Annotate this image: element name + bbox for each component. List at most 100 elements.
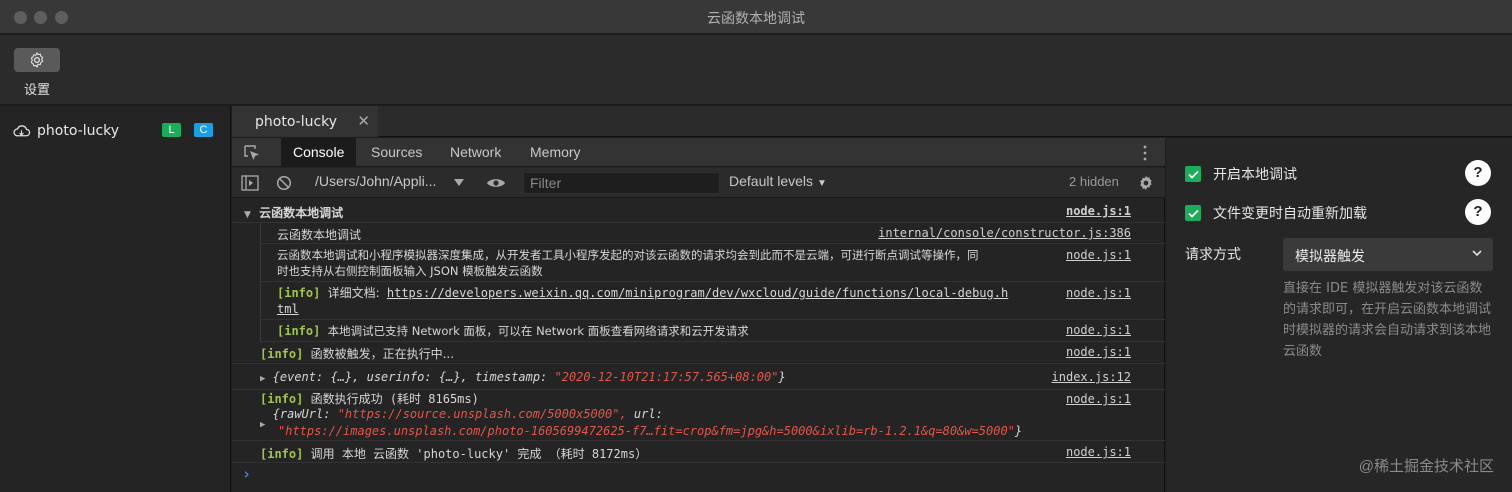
info-tag: [info] — [277, 286, 321, 300]
more-menu-icon[interactable] — [1142, 144, 1148, 162]
console-prompt[interactable]: › — [242, 463, 1142, 485]
cloud-icon — [13, 125, 31, 137]
list-item: 云函数本地调试 internal/console/constructor.js:… — [260, 223, 1165, 244]
obj-value: "https://source.unsplash.com/5000x5000", — [337, 407, 627, 421]
select-value: 模拟器触发 — [1295, 249, 1365, 265]
docs-link-cont[interactable]: tml — [277, 301, 1165, 317]
source-link[interactable]: node.js:1 — [1066, 445, 1131, 459]
obj-value: {…}, — [330, 370, 360, 384]
list-item: [info] 函数被触发，正在执行中... node.js:1 — [232, 342, 1165, 364]
console-output: ▼ 云函数本地调试 node.js:1 云函数本地调试 internal/con… — [232, 199, 1165, 492]
request-mode-description: 直接在 IDE 模拟器触发对该云函数的请求即可，在开启云函数本地调试时模拟器的请… — [1283, 281, 1492, 359]
source-link[interactable]: node.js:1 — [1066, 392, 1131, 407]
eye-icon[interactable] — [486, 176, 506, 190]
context-selector[interactable]: /Users/John/Appli... — [315, 173, 436, 189]
checkbox-checked-icon — [1185, 166, 1201, 182]
log-label: 详细文档: — [327, 286, 380, 300]
prompt-icon: › — [242, 465, 252, 483]
auto-reload-checkbox[interactable]: 文件变更时自动重新加载 — [1185, 203, 1367, 223]
caret-right-icon: ▶ — [260, 420, 266, 430]
log-levels-dropdown[interactable]: Default levels ▼ — [729, 173, 827, 189]
info-tag: [info] — [277, 324, 321, 338]
devtools-panel: Console Sources Network Memory /Users/Jo… — [232, 138, 1165, 492]
help-icon[interactable]: ? — [1465, 160, 1491, 186]
list-item: 云函数本地调试和小程序模拟器深度集成，从开发者工具小程序发起的对该云函数的请求均… — [260, 244, 1165, 282]
obj-value: "https://images.unsplash.com/photo-16056… — [278, 424, 1015, 438]
source-link[interactable]: node.js:1 — [1066, 204, 1131, 218]
checkbox-checked-icon — [1185, 205, 1201, 221]
obj-key: url: — [633, 407, 663, 421]
console-group-header[interactable]: ▼ 云函数本地调试 node.js:1 — [232, 201, 1165, 223]
object-row[interactable]: ▶ {rawUrl: "https://source.unsplash.com/… — [260, 407, 1165, 430]
chevron-down-icon[interactable] — [454, 179, 464, 187]
filter-input[interactable]: Filter — [523, 172, 720, 194]
log-text: 调用 本地 云函数 'photo-lucky' 完成 （耗时 8172ms） — [310, 447, 648, 461]
checkbox-label: 开启本地调试 — [1213, 167, 1297, 183]
info-tag: [info] — [260, 347, 304, 361]
info-tag: [info] — [260, 447, 304, 461]
list-item: [info] 调用 本地 云函数 'photo-lucky' 完成 （耗时 81… — [232, 441, 1165, 463]
local-badge: L — [162, 123, 181, 137]
log-text: 云函数本地调试 — [277, 228, 362, 242]
sidebar: photo-lucky L C — [0, 106, 231, 492]
devtools-tab-bar: Console Sources Network Memory — [232, 138, 1165, 167]
hidden-count: 2 hidden — [1069, 174, 1119, 189]
log-text: 本地调试已支持 Network 面板，可以在 Network 面板查看网络请求和… — [327, 324, 749, 338]
obj-value: {…}, — [438, 370, 468, 384]
top-toolbar: 设置 — [0, 35, 1512, 105]
obj-end: } — [778, 370, 786, 384]
obj-value: "2020-12-10T21:17:57.565+08:00" — [554, 370, 779, 384]
obj-end: } — [1014, 424, 1023, 438]
list-item: [info] 详细文档: https://developers.weixin.q… — [260, 282, 1165, 320]
console-toolbar: /Users/John/Appli... Filter Default leve… — [232, 168, 1165, 198]
source-link[interactable]: node.js:1 — [1066, 247, 1131, 263]
tab-label: photo-lucky — [255, 113, 338, 130]
debug-settings-panel: 开启本地调试 ? 文件变更时自动重新加载 ? 请求方式 模拟器触发 直接在 ID… — [1166, 138, 1512, 492]
obj-key: {rawUrl: — [272, 407, 331, 421]
source-link[interactable]: internal/console/constructor.js:386 — [878, 226, 1131, 240]
log-text: 函数执行成功 (耗时 8165ms) — [310, 392, 479, 406]
source-link[interactable]: index.js:12 — [1052, 370, 1131, 384]
list-item: [info] 本地调试已支持 Network 面板，可以在 Network 面板… — [260, 320, 1165, 342]
request-mode-select[interactable]: 模拟器触发 — [1283, 238, 1493, 271]
tab-sources[interactable]: Sources — [371, 138, 422, 167]
tab-console[interactable]: Console — [281, 138, 357, 167]
source-link[interactable]: node.js:1 — [1066, 285, 1131, 301]
project-name: photo-lucky — [37, 123, 120, 139]
cloud-badge: C — [194, 123, 213, 137]
request-mode-label: 请求方式 — [1185, 247, 1241, 263]
caret-right-icon: ▶ — [260, 374, 266, 384]
checkbox-label: 文件变更时自动重新加载 — [1213, 206, 1367, 222]
obj-key: {event: — [272, 370, 324, 384]
docs-link[interactable]: https://developers.weixin.qq.com/minipro… — [387, 286, 1008, 300]
sidebar-toggle-icon[interactable] — [241, 175, 259, 191]
chevron-down-icon: ▼ — [816, 178, 827, 189]
obj-key: userinfo: — [366, 370, 432, 384]
info-tag: [info] — [260, 392, 304, 406]
log-levels-label: Default levels — [729, 173, 814, 189]
group-title: 云函数本地调试 — [259, 206, 344, 220]
obj-key: timestamp: — [475, 370, 548, 384]
source-link[interactable]: node.js:1 — [1066, 323, 1131, 337]
log-text: 函数被触发，正在执行中... — [310, 347, 455, 361]
clear-console-icon[interactable] — [276, 175, 292, 191]
help-icon[interactable]: ? — [1465, 199, 1491, 225]
close-tab-icon[interactable]: ✕ — [357, 112, 370, 130]
log-text: 云函数本地调试和小程序模拟器深度集成，从开发者工具小程序发起的对该云函数的请求均… — [277, 248, 979, 262]
tab-network[interactable]: Network — [450, 138, 501, 167]
settings-button[interactable] — [14, 48, 60, 72]
enable-local-debug-checkbox[interactable]: 开启本地调试 — [1185, 164, 1297, 184]
sidebar-item-photo-lucky[interactable]: photo-lucky L C — [12, 121, 222, 141]
chevron-down-icon — [1472, 250, 1482, 257]
tab-memory[interactable]: Memory — [530, 138, 581, 167]
tab-photo-lucky[interactable]: photo-lucky ✕ — [232, 106, 378, 137]
object-row[interactable]: ▶ {event: {…}, userinfo: {…}, timestamp:… — [232, 364, 1165, 390]
source-link[interactable]: node.js:1 — [1066, 345, 1131, 359]
log-text-cont: 时也支持从右侧控制面板输入 JSON 模板触发云函数 — [277, 264, 543, 278]
caret-down-icon: ▼ — [244, 210, 251, 220]
title-bar: 云函数本地调试 — [0, 0, 1512, 34]
element-inspector-icon[interactable] — [243, 144, 261, 162]
settings-label: 设置 — [23, 83, 50, 98]
watermark: @稀土掘金技术社区 — [1358, 458, 1494, 475]
gear-icon[interactable] — [1137, 174, 1155, 192]
